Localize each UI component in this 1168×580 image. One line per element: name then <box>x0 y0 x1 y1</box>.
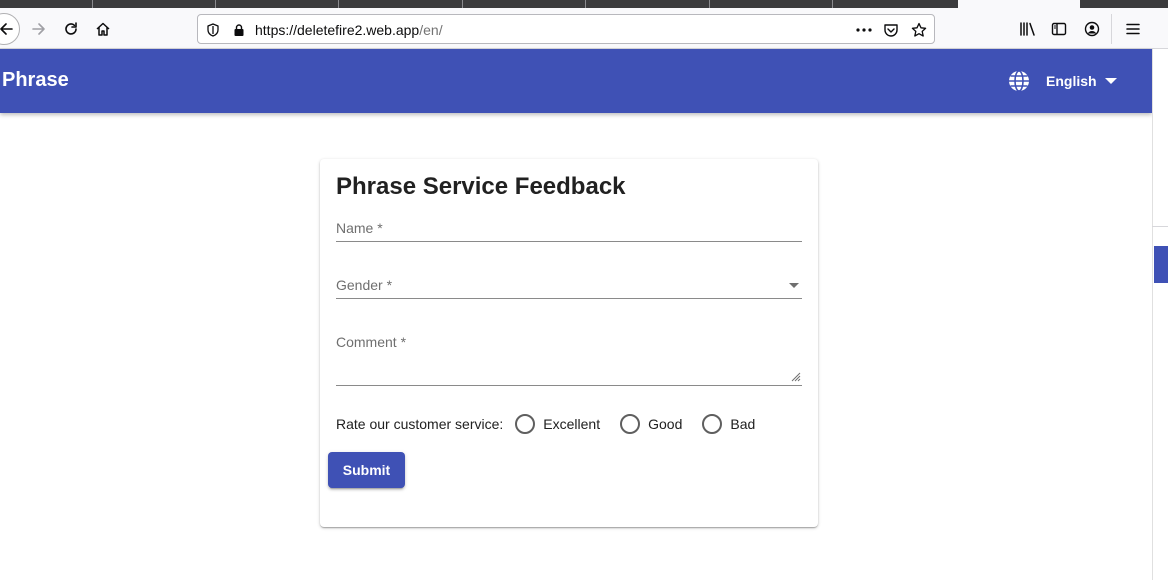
browser-tab-strip <box>0 0 1168 8</box>
edge-blue-block <box>1154 246 1168 283</box>
rating-option-excellent[interactable]: Excellent <box>515 414 600 434</box>
language-label: English <box>1046 73 1097 89</box>
pocket-icon[interactable] <box>882 21 900 39</box>
comment-field[interactable]: Comment * <box>336 327 802 386</box>
edge-divider <box>1152 226 1168 227</box>
reload-icon <box>65 22 77 35</box>
library-button[interactable] <box>1015 16 1041 42</box>
hamburger-icon <box>1126 23 1140 35</box>
comment-field-label: Comment * <box>336 334 407 350</box>
menu-button[interactable] <box>1120 16 1146 42</box>
arrow-right-icon <box>32 23 45 35</box>
shield-icon[interactable] <box>204 21 222 39</box>
radio-circle-icon[interactable] <box>515 414 536 434</box>
app-title[interactable]: Phrase <box>2 69 69 92</box>
url-path: /en/ <box>419 22 443 38</box>
tab-separator <box>215 0 216 8</box>
form-title: Phrase Service Feedback <box>336 173 626 200</box>
radio-circle-icon[interactable] <box>702 414 723 434</box>
inactive-tab-right[interactable] <box>1080 0 1168 8</box>
tab-separator <box>585 0 586 8</box>
app-header: Phrase English <box>0 49 1152 113</box>
gender-select-label: Gender * <box>336 277 393 293</box>
globe-icon[interactable] <box>1007 69 1031 93</box>
library-icon <box>1020 22 1035 36</box>
reload-button[interactable] <box>58 16 84 42</box>
rating-option-bad[interactable]: Bad <box>702 414 755 434</box>
account-button[interactable] <box>1079 16 1105 42</box>
rating-label: Rate our customer service: <box>336 416 504 432</box>
account-icon <box>1084 21 1100 37</box>
sidebar-icon <box>1051 22 1067 36</box>
resize-grip-icon[interactable] <box>789 370 801 382</box>
tab-separator <box>92 0 93 8</box>
feedback-card: Phrase Service Feedback Name * Gender * … <box>320 159 818 527</box>
sidebar-button[interactable] <box>1046 16 1072 42</box>
inactive-tabs[interactable] <box>0 0 958 8</box>
rating-option-label: Bad <box>730 416 756 432</box>
address-bar[interactable]: https://deletefire2.web.app/en/ <box>197 14 935 44</box>
browser-toolbar: https://deletefire2.web.app/en/ <box>0 8 1168 49</box>
page-scrollbar-area <box>1152 49 1168 580</box>
tab-separator <box>832 0 833 8</box>
home-icon <box>96 22 110 36</box>
rating-option-good[interactable]: Good <box>620 414 682 434</box>
lock-icon[interactable] <box>230 21 248 39</box>
back-button[interactable] <box>0 13 20 45</box>
rating-group: Rate our customer service: Excellent Goo… <box>336 411 763 437</box>
radio-circle-icon[interactable] <box>620 414 641 434</box>
rating-option-label: Good <box>648 416 683 432</box>
more-actions-icon[interactable] <box>855 21 873 39</box>
language-select[interactable]: English <box>1046 71 1117 91</box>
gender-select[interactable]: Gender * <box>336 270 802 299</box>
url-host: https://deletefire2.web.app <box>255 22 420 38</box>
rating-option-label: Excellent <box>543 416 601 432</box>
tab-separator <box>709 0 710 8</box>
caret-down-icon <box>1104 78 1117 84</box>
bookmark-star-icon[interactable] <box>910 21 928 39</box>
submit-button[interactable]: Submit <box>328 452 405 488</box>
url-text: https://deletefire2.web.app/en/ <box>255 22 443 38</box>
name-field-label: Name * <box>336 220 383 236</box>
home-button[interactable] <box>90 16 116 42</box>
tab-separator <box>338 0 339 8</box>
tab-separator <box>462 0 463 8</box>
toolbar-separator <box>1111 14 1112 44</box>
name-field[interactable]: Name * <box>336 213 802 242</box>
caret-down-icon <box>789 283 799 288</box>
forward-button[interactable] <box>26 16 52 42</box>
arrow-left-icon <box>0 23 13 35</box>
